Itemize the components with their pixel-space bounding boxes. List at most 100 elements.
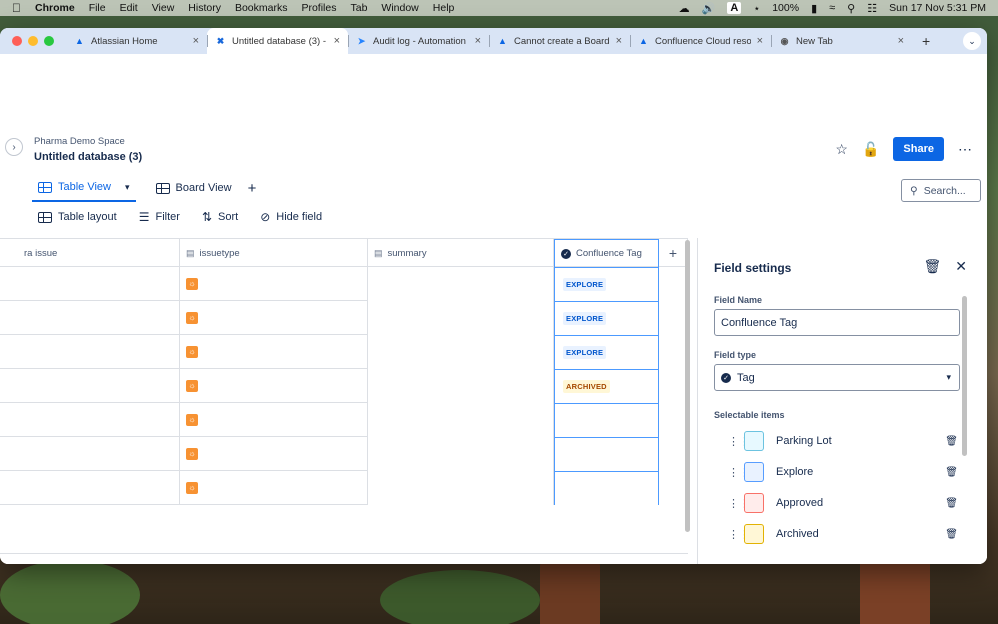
volume-icon[interactable]: 🔊: [702, 2, 716, 15]
cell-summary[interactable]: [368, 369, 554, 403]
menu-help[interactable]: Help: [433, 2, 455, 14]
cell-confluence-tag[interactable]: ARCHIVED: [554, 369, 659, 403]
menu-app-name[interactable]: Chrome: [35, 2, 75, 14]
field-name-input[interactable]: [714, 309, 960, 336]
browser-tab[interactable]: ◉ New Tab ×: [771, 28, 912, 54]
browser-tab[interactable]: ▲ Cannot create a Board ×: [489, 28, 630, 54]
wifi-icon[interactable]: ≈: [829, 2, 835, 14]
drag-handle-icon[interactable]: ⋮⋮: [728, 435, 750, 448]
browser-tab-active[interactable]: ✖ Untitled database (3) - ×: [207, 28, 348, 54]
sort-button[interactable]: ⇅ Sort: [202, 210, 238, 224]
cell-jira-issue[interactable]: [0, 301, 180, 335]
trash-icon[interactable]: 🗑: [923, 258, 941, 275]
cell-issuetype[interactable]: ☼: [180, 403, 368, 437]
drag-handle-icon[interactable]: ⋮⋮: [728, 497, 750, 510]
close-icon[interactable]: ✕: [955, 258, 967, 275]
selectable-item[interactable]: ⋮⋮ Archived 🗑: [728, 524, 958, 544]
cloud-icon[interactable]: ☁: [679, 2, 690, 15]
close-tab-icon[interactable]: ×: [193, 35, 199, 47]
cell-issuetype[interactable]: ☼: [180, 335, 368, 369]
table-layout-button[interactable]: Table layout: [38, 211, 117, 223]
menu-profiles[interactable]: Profiles: [301, 2, 336, 14]
control-center-icon[interactable]: ☷: [867, 2, 877, 15]
cell-summary[interactable]: [368, 437, 554, 471]
cell-issuetype[interactable]: ☼: [180, 301, 368, 335]
filter-button[interactable]: ☰ Filter: [139, 210, 180, 224]
menu-tab[interactable]: Tab: [350, 2, 367, 14]
selectable-item[interactable]: ⋮⋮ Approved 🗑: [728, 493, 958, 513]
battery-icon[interactable]: ▮: [811, 2, 817, 15]
cell-jira-issue[interactable]: [0, 471, 180, 505]
cell-summary[interactable]: [368, 335, 554, 369]
breadcrumb-space[interactable]: Pharma Demo Space: [34, 136, 125, 147]
cell-issuetype[interactable]: ☼: [180, 471, 368, 505]
trash-icon[interactable]: 🗑: [945, 467, 958, 478]
add-entry-button[interactable]: d entry: [0, 553, 688, 564]
menu-window[interactable]: Window: [381, 2, 418, 14]
minimize-window-button[interactable]: [28, 36, 38, 46]
zoom-window-button[interactable]: [44, 36, 54, 46]
browser-tab[interactable]: ▲ Atlassian Home ×: [66, 28, 207, 54]
page-title[interactable]: Untitled database (3): [34, 151, 142, 163]
column-header-summary[interactable]: ▤ summary: [368, 239, 554, 267]
close-tab-icon[interactable]: ×: [616, 35, 622, 47]
bluetooth-icon[interactable]: ⋆: [753, 2, 760, 15]
cell-confluence-tag[interactable]: [554, 403, 659, 437]
expand-sidebar-chevron-icon[interactable]: ›: [5, 138, 23, 156]
cell-summary[interactable]: [368, 267, 554, 301]
menu-edit[interactable]: Edit: [120, 2, 138, 14]
color-swatch[interactable]: [744, 431, 764, 451]
color-swatch[interactable]: [744, 462, 764, 482]
color-swatch[interactable]: [744, 524, 764, 544]
cell-jira-issue[interactable]: [0, 335, 180, 369]
input-source-icon[interactable]: A: [727, 2, 742, 14]
close-tab-icon[interactable]: ×: [475, 35, 481, 47]
add-view-plus-icon[interactable]: +: [248, 180, 257, 197]
hide-field-button[interactable]: ⊘ Hide field: [260, 210, 322, 224]
tab-table-view[interactable]: Table View ▾: [32, 174, 136, 202]
cell-confluence-tag[interactable]: EXPLORE: [554, 267, 659, 301]
close-tab-icon[interactable]: ×: [898, 35, 904, 47]
color-swatch[interactable]: [744, 493, 764, 513]
menubar-clock[interactable]: Sun 17 Nov 5:31 PM: [889, 2, 986, 14]
cell-jira-issue[interactable]: [0, 369, 180, 403]
column-header-confluence-tag[interactable]: ✓ Confluence Tag: [554, 239, 659, 267]
cell-jira-issue[interactable]: [0, 437, 180, 471]
menu-history[interactable]: History: [188, 2, 221, 14]
table-vertical-scrollbar[interactable]: [685, 240, 690, 532]
menu-file[interactable]: File: [89, 2, 106, 14]
selectable-item[interactable]: ⋮⋮ Parking Lot 🗑: [728, 431, 958, 451]
panel-scrollbar[interactable]: [962, 296, 967, 456]
more-actions-icon[interactable]: ⋯: [958, 141, 973, 158]
new-tab-button[interactable]: +: [922, 33, 930, 49]
cell-issuetype[interactable]: ☼: [180, 267, 368, 301]
browser-tab[interactable]: ▲ Confluence Cloud reso ×: [630, 28, 771, 54]
close-tab-icon[interactable]: ×: [334, 35, 340, 47]
spotlight-icon[interactable]: ⚲: [847, 2, 855, 15]
tab-search-chevron-icon[interactable]: ⌄: [963, 32, 981, 50]
drag-handle-icon[interactable]: ⋮⋮: [728, 528, 750, 541]
unlock-icon[interactable]: 🔓: [862, 141, 879, 158]
cell-jira-issue[interactable]: [0, 267, 180, 301]
close-tab-icon[interactable]: ×: [757, 35, 763, 47]
cell-confluence-tag[interactable]: [554, 471, 659, 505]
column-header-issuetype[interactable]: ▤ issuetype: [180, 239, 368, 267]
cell-summary[interactable]: [368, 301, 554, 335]
tab-board-view[interactable]: Board View: [150, 174, 238, 202]
close-window-button[interactable]: [12, 36, 22, 46]
field-type-select[interactable]: ✓ Tag ▾: [714, 364, 960, 391]
browser-tab[interactable]: ➤ Audit log - Automation ×: [348, 28, 489, 54]
chevron-down-icon[interactable]: ▾: [125, 182, 130, 193]
apple-menu-icon[interactable]: : [12, 1, 21, 15]
drag-handle-icon[interactable]: ⋮⋮: [728, 466, 750, 479]
share-button[interactable]: Share: [893, 137, 944, 161]
trash-icon[interactable]: 🗑: [945, 498, 958, 509]
add-column-plus-icon[interactable]: +: [659, 239, 688, 267]
cell-confluence-tag[interactable]: EXPLORE: [554, 335, 659, 369]
column-header-jira-issue[interactable]: ra issue: [0, 239, 180, 267]
menu-view[interactable]: View: [152, 2, 175, 14]
trash-icon[interactable]: 🗑: [945, 529, 958, 540]
trash-icon[interactable]: 🗑: [945, 436, 958, 447]
cell-summary[interactable]: [368, 403, 554, 437]
cell-confluence-tag[interactable]: [554, 437, 659, 471]
